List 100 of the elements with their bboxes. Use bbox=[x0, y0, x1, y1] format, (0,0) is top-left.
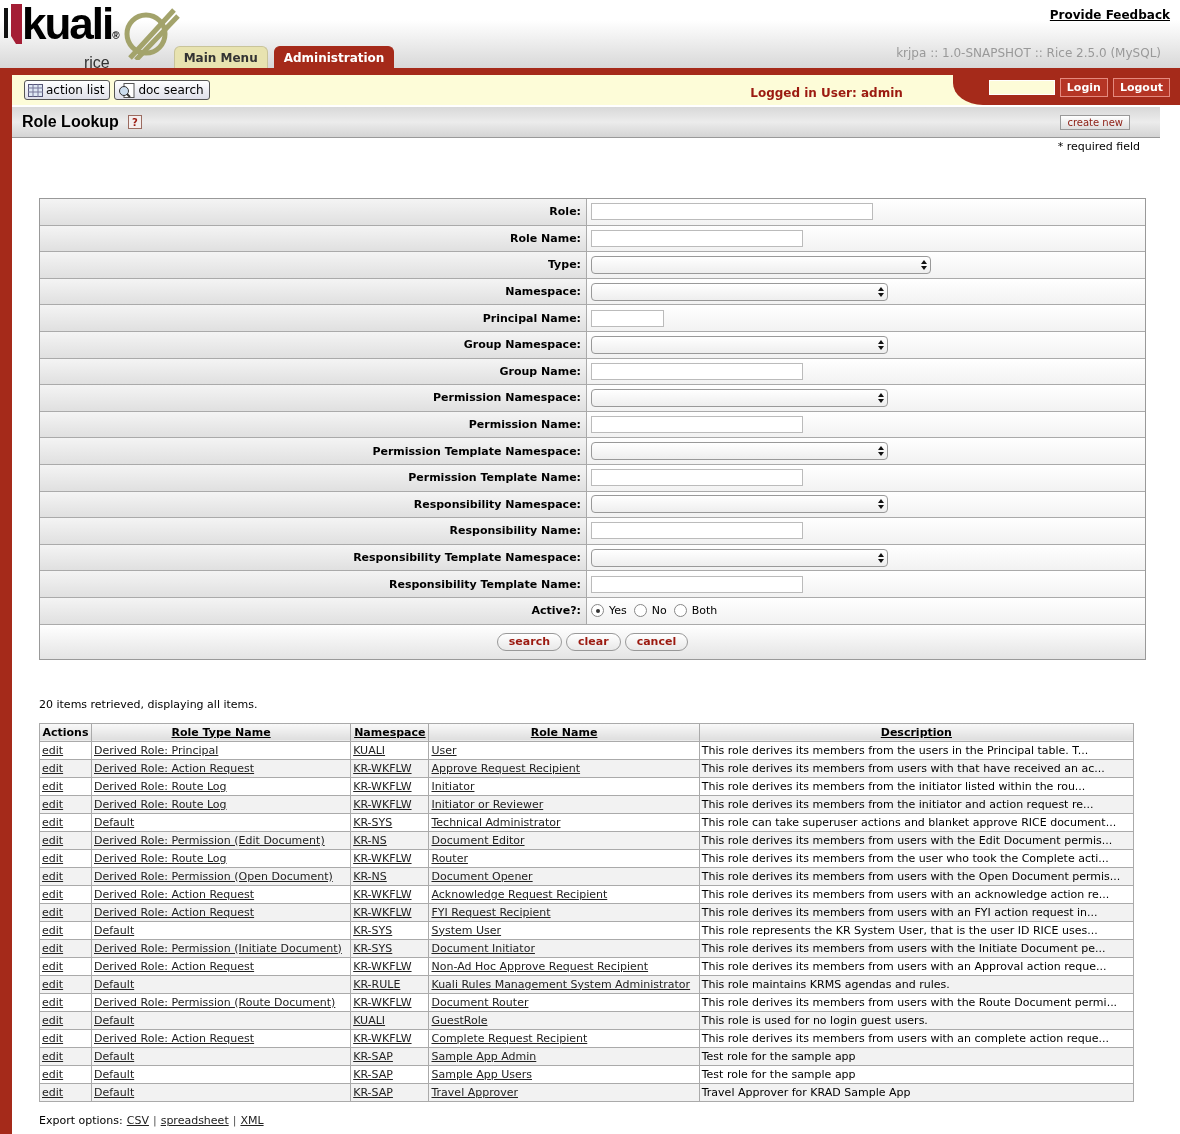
export-link[interactable]: CSV bbox=[126, 1113, 149, 1127]
export-link[interactable]: XML bbox=[240, 1113, 264, 1127]
logged-in-user: Logged in User: admin bbox=[750, 85, 903, 100]
updown-caret-icon bbox=[878, 552, 884, 563]
field-label: Permission Namespace: bbox=[432, 391, 581, 405]
table-link[interactable]: Default bbox=[94, 1049, 135, 1063]
table-cell: This role derives its members from users with an acknowledge action re... bbox=[701, 887, 1110, 901]
table-link[interactable]: GuestRole bbox=[431, 1013, 488, 1027]
feedback-link[interactable]: Provide Feedback bbox=[1049, 8, 1170, 22]
field-label: Responsibility Name: bbox=[449, 524, 581, 538]
required-note: * required field bbox=[1057, 140, 1140, 153]
export-label: Export options: bbox=[39, 1113, 123, 1127]
field-label: Namespace: bbox=[505, 285, 581, 299]
dropdown-field[interactable] bbox=[591, 495, 888, 514]
help-icon[interactable]: ? bbox=[127, 115, 142, 129]
nav-tab[interactable]: Administration bbox=[273, 46, 395, 68]
table-cell: Travel Approver for KRAD Sample App bbox=[701, 1085, 911, 1099]
table-link[interactable]: Default bbox=[94, 977, 135, 991]
logo-subtitle: rice bbox=[83, 56, 110, 70]
table-cell: This role derives its members from users with the Route Document permi... bbox=[701, 995, 1118, 1009]
table-cell: Test role for the sample app bbox=[701, 1067, 856, 1081]
field-label: Responsibility Template Namespace: bbox=[353, 551, 581, 564]
radio-label: No bbox=[651, 604, 667, 618]
table-link[interactable]: Default bbox=[94, 1067, 135, 1081]
table-cell: This role derives its members from the user who took the Complete acti... bbox=[701, 851, 1109, 865]
dropdown-field[interactable] bbox=[591, 388, 888, 407]
text-field[interactable] bbox=[591, 575, 803, 593]
logout-button[interactable]: Logout bbox=[1112, 77, 1170, 97]
table-cell: This role derives its members from users with an Approval action reque... bbox=[701, 959, 1107, 973]
radio-button[interactable] bbox=[673, 604, 687, 618]
updown-caret-icon bbox=[878, 499, 884, 510]
table-cell: This role can take superuser actions and blanket approve RICE document... bbox=[701, 815, 1117, 829]
login-input[interactable] bbox=[988, 79, 1055, 95]
column-sort-link[interactable]: Role Name bbox=[530, 725, 598, 739]
updown-caret-icon bbox=[878, 339, 884, 350]
link-separator: | bbox=[232, 1113, 237, 1127]
results-summary: 20 items retrieved, displaying all items. bbox=[39, 697, 258, 711]
form-button[interactable]: search bbox=[496, 632, 563, 651]
table-cell: Test role for the sample app bbox=[701, 1049, 856, 1063]
field-label: Responsibility Template Name: bbox=[388, 577, 581, 591]
table-cell: This role derives its members from the initiator listed within the rou... bbox=[701, 779, 1086, 793]
doc-search-button[interactable]: doc search bbox=[114, 80, 210, 100]
updown-caret-icon bbox=[878, 446, 884, 457]
dropdown-field[interactable] bbox=[591, 442, 888, 461]
nav-tab[interactable]: Main Menu bbox=[173, 46, 268, 68]
table-cell: This role derives its members from users with the Open Document permis... bbox=[701, 869, 1121, 883]
field-label: Role: bbox=[549, 205, 581, 219]
form-button[interactable]: clear bbox=[566, 632, 621, 651]
field-label: Role Name: bbox=[509, 231, 581, 245]
login-button[interactable]: Login bbox=[1059, 77, 1108, 97]
table-link[interactable]: Router bbox=[431, 851, 468, 865]
export-link[interactable]: spreadsheet bbox=[160, 1113, 229, 1127]
table-icon bbox=[28, 83, 43, 97]
field-label: Active?: bbox=[531, 604, 581, 618]
updown-caret-icon bbox=[878, 392, 884, 403]
text-field[interactable] bbox=[591, 229, 803, 247]
dropdown-field[interactable] bbox=[591, 335, 888, 354]
table-cell: This role is used for no login guest users. bbox=[701, 1013, 928, 1027]
radio-button[interactable] bbox=[633, 604, 647, 618]
table-cell: This role derives its members from users with an complete action reque... bbox=[701, 1031, 1110, 1045]
table-cell: This role derives its members from users with the Edit Document permis... bbox=[701, 833, 1113, 847]
table-link[interactable]: Default bbox=[94, 815, 135, 829]
dropdown-field[interactable] bbox=[591, 256, 931, 274]
table-link[interactable]: Default bbox=[94, 923, 135, 937]
table-cell: This role derives its members from the users in the Principal table. T... bbox=[701, 743, 1089, 757]
magnifier-document-icon bbox=[118, 82, 136, 98]
field-label: Group Namespace: bbox=[463, 338, 581, 352]
dropdown-field[interactable] bbox=[591, 282, 888, 301]
table-cell: This role derives its members from users with an FYI action request in... bbox=[701, 905, 1098, 919]
field-label: Responsibility Namespace: bbox=[413, 497, 581, 511]
column-header: Actions bbox=[39, 723, 92, 741]
create-new-button[interactable]: create new bbox=[1060, 114, 1130, 130]
text-field[interactable] bbox=[591, 469, 803, 487]
radio-label: Yes bbox=[609, 604, 627, 618]
text-field[interactable] bbox=[591, 522, 803, 540]
text-field[interactable] bbox=[591, 362, 803, 380]
field-label: Permission Name: bbox=[468, 418, 581, 432]
form-button[interactable]: cancel bbox=[624, 632, 689, 651]
table-link[interactable]: Default bbox=[94, 1013, 135, 1027]
table-cell: This role derives its members from users with that have received an ac... bbox=[701, 761, 1105, 775]
radio-button[interactable] bbox=[591, 604, 604, 618]
column-sort-link[interactable]: Description bbox=[880, 725, 952, 739]
table-link[interactable]: Initiator bbox=[431, 779, 475, 793]
action-list-button[interactable]: action list bbox=[24, 80, 111, 100]
logo-wordmark: kuali® bbox=[22, 4, 120, 50]
dropdown-field[interactable] bbox=[591, 548, 888, 567]
table-link[interactable]: User bbox=[431, 743, 457, 757]
field-label: Permission Template Namespace: bbox=[372, 444, 581, 458]
table-cell: This role maintains KRMS agendas and rules. bbox=[701, 977, 950, 991]
field-label: Group Name: bbox=[499, 364, 581, 378]
text-field[interactable] bbox=[591, 203, 873, 221]
field-label: Principal Name: bbox=[482, 311, 581, 325]
table-cell: This role derives its members from the initiator and action request re... bbox=[701, 797, 1094, 811]
table-link[interactable]: Default bbox=[94, 1085, 135, 1099]
page-title: Role Lookup bbox=[22, 113, 119, 131]
radio-label: Both bbox=[691, 604, 718, 618]
text-field[interactable] bbox=[591, 309, 664, 327]
text-field[interactable] bbox=[591, 416, 803, 434]
logo-mark-icon bbox=[4, 4, 22, 44]
updown-caret-icon bbox=[921, 260, 927, 270]
